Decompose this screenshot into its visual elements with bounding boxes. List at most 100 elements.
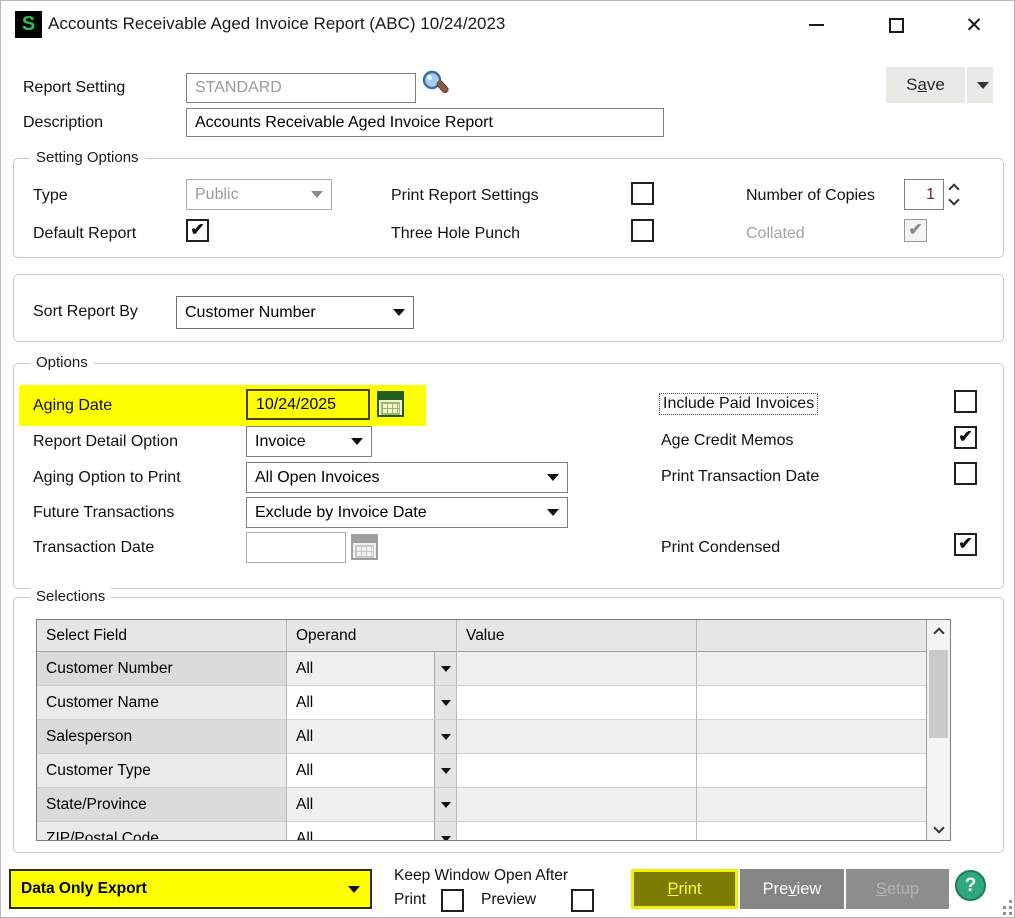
print-condensed-checkbox[interactable] <box>954 533 977 556</box>
print-transaction-date-label: Print Transaction Date <box>661 468 819 486</box>
operand-cell[interactable]: All <box>287 754 457 788</box>
type-dropdown[interactable]: Public <box>186 179 332 210</box>
blank-cell <box>697 788 926 822</box>
select-field-cell[interactable]: Customer Name <box>37 686 287 720</box>
blank-cell <box>697 754 926 788</box>
operand-cell[interactable]: All <box>287 720 457 754</box>
window-title: Accounts Receivable Aged Invoice Report … <box>48 14 505 34</box>
three-hole-punch-checkbox[interactable] <box>631 219 654 242</box>
aging-option-to-print-dropdown[interactable]: All Open Invoices <box>246 462 568 493</box>
table-scrollbar[interactable] <box>926 620 950 840</box>
lookup-magnifier-icon[interactable] <box>420 69 450 101</box>
table-row: ZIP/Postal Code All <box>37 822 926 841</box>
operand-cell[interactable]: All <box>287 652 457 686</box>
age-credit-memos-label: Age Credit Memos <box>661 432 794 450</box>
selections-title: Selections <box>30 588 111 605</box>
select-field-cell[interactable]: Customer Number <box>37 652 287 686</box>
close-icon: ✕ <box>965 15 983 36</box>
column-header-blank <box>697 620 926 652</box>
title-bar: S Accounts Receivable Aged Invoice Repor… <box>1 1 1014 49</box>
blank-cell <box>697 652 926 686</box>
description-label: Description <box>23 114 103 132</box>
column-header-operand[interactable]: Operand <box>287 620 457 652</box>
default-report-checkbox[interactable] <box>186 219 209 242</box>
copies-spinner[interactable] <box>946 179 962 209</box>
maximize-button[interactable] <box>879 9 913 41</box>
setting-options-title: Setting Options <box>30 149 145 166</box>
include-paid-invoices-checkbox[interactable] <box>954 390 977 413</box>
description-input[interactable]: Accounts Receivable Aged Invoice Report <box>186 108 664 137</box>
sort-report-by-dropdown[interactable]: Customer Number <box>176 296 414 329</box>
operand-cell[interactable]: All <box>287 788 457 822</box>
number-of-copies-input[interactable]: 1 <box>904 179 944 210</box>
maximize-icon <box>889 18 904 33</box>
default-report-label: Default Report <box>33 225 136 243</box>
value-cell[interactable] <box>457 822 697 841</box>
chevron-down-icon <box>441 666 451 672</box>
value-cell[interactable] <box>457 686 697 720</box>
save-button[interactable]: Save <box>886 67 965 103</box>
transaction-date-input[interactable] <box>246 532 346 563</box>
resize-grip[interactable] <box>998 893 1012 915</box>
aging-date-input[interactable]: 10/24/2025 <box>246 389 370 420</box>
keep-open-preview-checkbox[interactable] <box>571 889 594 912</box>
table-row: Salesperson All <box>37 720 926 754</box>
aging-date-label: Aging Date <box>33 397 112 415</box>
table-row: State/Province All <box>37 788 926 822</box>
chevron-down-icon <box>441 700 451 706</box>
scroll-up-button[interactable] <box>927 620 950 642</box>
chevron-down-icon <box>441 836 451 842</box>
chevron-down-icon <box>977 82 989 89</box>
spinner-down-icon[interactable] <box>948 194 959 205</box>
value-cell[interactable] <box>457 788 697 822</box>
operand-dropdown-button[interactable] <box>434 788 456 821</box>
operand-dropdown-button[interactable] <box>434 754 456 787</box>
help-button[interactable]: ? <box>955 870 986 901</box>
value-cell[interactable] <box>457 754 697 788</box>
report-detail-option-dropdown[interactable]: Invoice <box>246 426 372 457</box>
operand-dropdown-button[interactable] <box>434 822 456 841</box>
setup-button: Setup <box>846 869 949 909</box>
select-field-cell[interactable]: Salesperson <box>37 720 287 754</box>
minimize-icon <box>809 24 824 26</box>
operand-dropdown-button[interactable] <box>434 652 456 685</box>
minimize-button[interactable] <box>799 9 833 41</box>
print-button[interactable]: Print <box>631 869 738 909</box>
export-format-dropdown[interactable]: Data Only Export <box>9 869 372 909</box>
close-button[interactable]: ✕ <box>957 9 991 41</box>
spinner-up-icon[interactable] <box>948 183 959 194</box>
report-setting-label: Report Setting <box>23 79 125 97</box>
collated-label: Collated <box>746 225 805 243</box>
select-field-cell[interactable]: Customer Type <box>37 754 287 788</box>
future-transactions-dropdown[interactable]: Exclude by Invoice Date <box>246 497 568 528</box>
scrollbar-thumb[interactable] <box>929 650 948 738</box>
keep-open-print-checkbox[interactable] <box>441 889 464 912</box>
scroll-up-icon <box>933 627 944 638</box>
value-cell[interactable] <box>457 720 697 754</box>
report-setting-input[interactable]: STANDARD <box>186 73 416 103</box>
select-field-cell[interactable]: ZIP/Postal Code <box>37 822 287 841</box>
age-credit-memos-checkbox[interactable] <box>954 426 977 449</box>
selections-table: Select Field Operand Value Customer Numb… <box>36 619 951 841</box>
print-condensed-label: Print Condensed <box>661 539 780 557</box>
operand-cell[interactable]: All <box>287 686 457 720</box>
scroll-down-button[interactable] <box>927 818 950 840</box>
table-row: Customer Number All <box>37 652 926 686</box>
select-field-cell[interactable]: State/Province <box>37 788 287 822</box>
print-report-settings-checkbox[interactable] <box>631 182 654 205</box>
value-cell[interactable] <box>457 652 697 686</box>
operand-dropdown-button[interactable] <box>434 686 456 719</box>
operand-cell[interactable]: All <box>287 822 457 841</box>
sort-report-by-label: Sort Report By <box>33 303 138 321</box>
column-header-select-field[interactable]: Select Field <box>37 620 287 652</box>
keep-open-print-label: Print <box>394 891 426 909</box>
operand-dropdown-button[interactable] <box>434 720 456 753</box>
save-dropdown-button[interactable] <box>967 67 993 103</box>
report-detail-option-label: Report Detail Option <box>33 433 178 451</box>
column-header-value[interactable]: Value <box>457 620 697 652</box>
print-transaction-date-checkbox[interactable] <box>954 462 977 485</box>
blank-cell <box>697 720 926 754</box>
preview-button[interactable]: Preview <box>740 869 844 909</box>
blank-cell <box>697 686 926 720</box>
aging-date-calendar-icon[interactable] <box>377 391 404 417</box>
